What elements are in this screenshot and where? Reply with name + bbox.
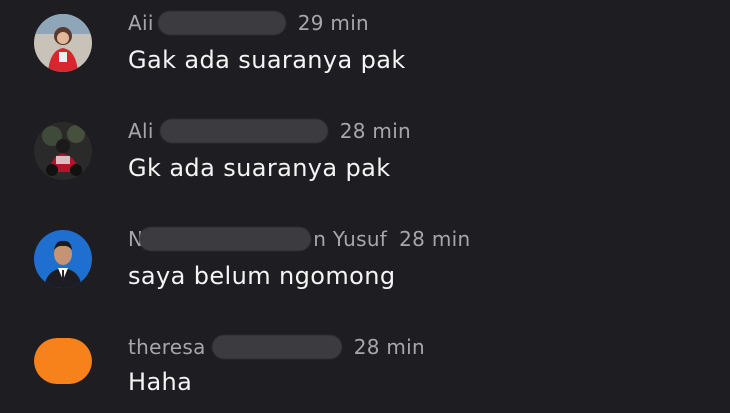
comment-time: 28 min <box>353 335 426 359</box>
comment-text: Haha <box>128 368 193 396</box>
comment-item: theresa 28 min Haha <box>0 324 730 413</box>
orange-placeholder-icon <box>34 338 92 384</box>
author-name[interactable]: theresa <box>128 335 206 359</box>
avatar[interactable] <box>34 230 92 288</box>
author-name[interactable]: Ali <box>128 119 154 143</box>
user-photo-icon <box>34 122 92 180</box>
comment-text: saya belum ngomong <box>128 262 396 290</box>
comment-item: Aii 29 min Gak ada suaranya pak <box>0 0 730 100</box>
redacted-name-block <box>159 119 328 143</box>
author-name-suffix[interactable]: n Yusuf <box>313 227 387 251</box>
comment-time: 28 min <box>399 227 471 251</box>
comment-meta: Aii 29 min <box>128 9 369 37</box>
comment-meta: Ali 28 min <box>128 117 411 145</box>
comment-text: Gak ada suaranya pak <box>128 46 406 74</box>
redacted-name-block <box>211 335 342 359</box>
comment-time: 28 min <box>339 119 412 143</box>
comment-time: 29 min <box>297 11 370 35</box>
comment-meta: N n Yusuf 28 min <box>128 225 470 253</box>
redacted-name-block <box>157 11 286 35</box>
user-photo-icon <box>34 14 92 72</box>
comment-text: Gk ada suaranya pak <box>128 154 391 182</box>
comment-meta: theresa 28 min <box>128 333 425 361</box>
redacted-name-block <box>139 227 312 251</box>
comment-item: N n Yusuf 28 min saya belum ngomong <box>0 216 730 316</box>
comment-item: Ali 28 min Gk ada suaranya pak <box>0 108 730 208</box>
avatar[interactable] <box>34 122 92 180</box>
user-photo-icon <box>34 230 92 288</box>
avatar[interactable] <box>34 14 92 72</box>
author-name[interactable]: Aii <box>128 11 154 35</box>
avatar[interactable] <box>34 338 92 384</box>
